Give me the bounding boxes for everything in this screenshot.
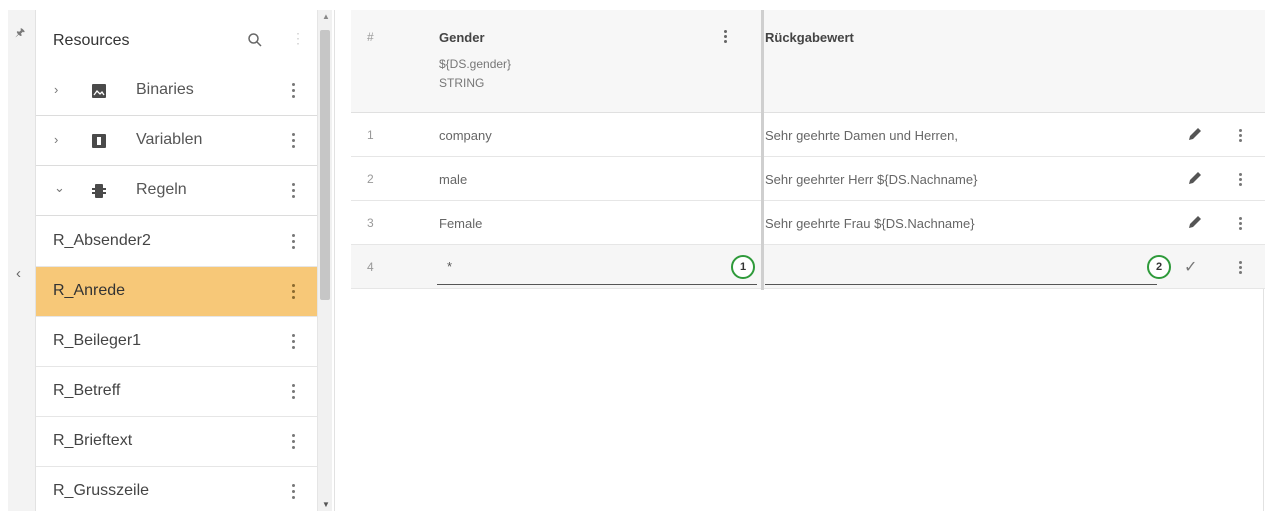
gender-type: STRING — [439, 76, 485, 90]
pin-icon[interactable]: 🖈 — [15, 24, 25, 43]
table-row[interactable]: 1 company Sehr geehrte Damen und Herren, — [351, 113, 1265, 157]
kebab-icon[interactable] — [287, 180, 299, 200]
sidebar-item-label: R_Grusszeile — [53, 482, 150, 499]
gender-column-header: Gender — [439, 30, 485, 45]
sidebar-item-r-grusszeile[interactable]: R_Grusszeile — [36, 467, 317, 511]
sidebar-item-r-beileger1[interactable]: R_Beileger1 — [36, 317, 317, 367]
kebab-icon[interactable] — [287, 130, 299, 150]
kebab-icon[interactable] — [287, 231, 299, 251]
resources-sidebar: Resources ⋮ › Binaries › Variablen ⌄ Reg… — [36, 10, 318, 511]
sidebar-group-regeln[interactable]: ⌄ Regeln — [36, 166, 317, 216]
row-kebab-icon[interactable] — [1235, 213, 1245, 233]
kebab-icon[interactable] — [287, 281, 299, 301]
sidebar-title: Resources — [53, 32, 130, 49]
kebab-icon[interactable] — [287, 331, 299, 351]
column-resize-divider[interactable] — [761, 10, 764, 290]
table-header: # Gender ${DS.gender} STRING Rückgabewer… — [351, 10, 1265, 113]
check-icon[interactable]: ✓ — [1184, 257, 1197, 277]
row-number: 1 — [367, 128, 374, 142]
scroll-down-icon[interactable]: ▼ — [322, 500, 330, 509]
sidebar-item-label: R_Anrede — [53, 282, 126, 299]
sidebar-item-r-anrede[interactable]: R_Anrede — [36, 267, 317, 317]
sidebar-group-variablen[interactable]: › Variablen — [36, 116, 317, 166]
variable-icon — [92, 134, 106, 148]
pencil-icon[interactable] — [1187, 214, 1203, 230]
row-kebab-icon[interactable] — [1235, 125, 1245, 145]
return-column-header: Rückgabewert — [765, 30, 854, 45]
rules-table: # Gender ${DS.gender} STRING Rückgabewer… — [334, 10, 1265, 511]
gender-input[interactable] — [437, 249, 757, 285]
return-input[interactable] — [765, 249, 1157, 285]
sidebar-item-label: R_Beileger1 — [53, 332, 142, 349]
sidebar-group-label: Regeln — [136, 181, 187, 198]
sidebar-group-binaries[interactable]: › Binaries — [36, 66, 317, 116]
gender-cell: Female — [439, 216, 483, 231]
gender-cell: male — [439, 172, 468, 187]
table-row[interactable]: 2 male Sehr geehrter Herr ${DS.Nachname} — [351, 157, 1265, 201]
row-kebab-icon[interactable] — [1235, 169, 1245, 189]
scrollbar-thumb[interactable] — [320, 30, 330, 300]
annotation-marker-2: 2 — [1147, 255, 1171, 279]
more-icon: ⋮ — [291, 30, 305, 46]
search-icon[interactable] — [247, 32, 263, 48]
pencil-icon[interactable] — [1187, 170, 1203, 186]
sidebar-scrollbar[interactable]: ▲ ▼ — [318, 10, 332, 511]
sidebar-item-r-absender2[interactable]: R_Absender2 — [36, 217, 317, 267]
kebab-icon[interactable] — [287, 80, 299, 100]
column-kebab-icon[interactable] — [720, 27, 730, 45]
row-number: 3 — [367, 216, 374, 230]
sidebar-item-label: R_Absender2 — [53, 232, 151, 249]
scroll-up-icon[interactable]: ▲ — [322, 12, 330, 21]
sidebar-item-r-brieftext[interactable]: R_Brieftext — [36, 417, 317, 467]
sidebar-header: Resources ⋮ — [36, 10, 317, 66]
sidebar-group-label: Binaries — [136, 81, 194, 98]
return-cell: Sehr geehrte Frau ${DS.Nachname} — [765, 216, 975, 231]
sidebar-item-r-betreff[interactable]: R_Betreff — [36, 367, 317, 417]
annotation-marker-1: 1 — [731, 255, 755, 279]
chevron-down-icon[interactable]: ⌄ — [54, 180, 65, 196]
gender-expression: ${DS.gender} — [439, 57, 512, 71]
kebab-icon[interactable] — [287, 431, 299, 451]
sidebar-item-label: R_Betreff — [53, 382, 121, 399]
table-row[interactable]: 3 Female Sehr geehrte Frau ${DS.Nachname… — [351, 201, 1265, 245]
return-cell: Sehr geehrte Damen und Herren, — [765, 128, 958, 143]
return-cell: Sehr geehrter Herr ${DS.Nachname} — [765, 172, 978, 187]
left-rail: 🖈 ‹ — [8, 10, 36, 511]
sidebar-item-label: R_Brieftext — [53, 432, 133, 449]
row-kebab-icon[interactable] — [1235, 257, 1245, 277]
kebab-icon[interactable] — [287, 381, 299, 401]
chevron-left-icon[interactable]: ‹ — [16, 265, 21, 282]
sidebar-group-label: Variablen — [136, 131, 203, 148]
table-row-editing[interactable]: 4 1 2 ✓ — [351, 245, 1265, 289]
row-number: 4 — [367, 260, 374, 274]
pencil-icon[interactable] — [1187, 126, 1203, 142]
rules-icon — [92, 184, 106, 198]
row-number: 2 — [367, 172, 374, 186]
chevron-right-icon[interactable]: › — [54, 82, 64, 97]
index-column-header: # — [367, 30, 374, 44]
image-icon — [92, 84, 106, 98]
gender-cell: company — [439, 128, 492, 143]
chevron-right-icon[interactable]: › — [54, 132, 64, 147]
kebab-icon[interactable] — [287, 481, 299, 501]
